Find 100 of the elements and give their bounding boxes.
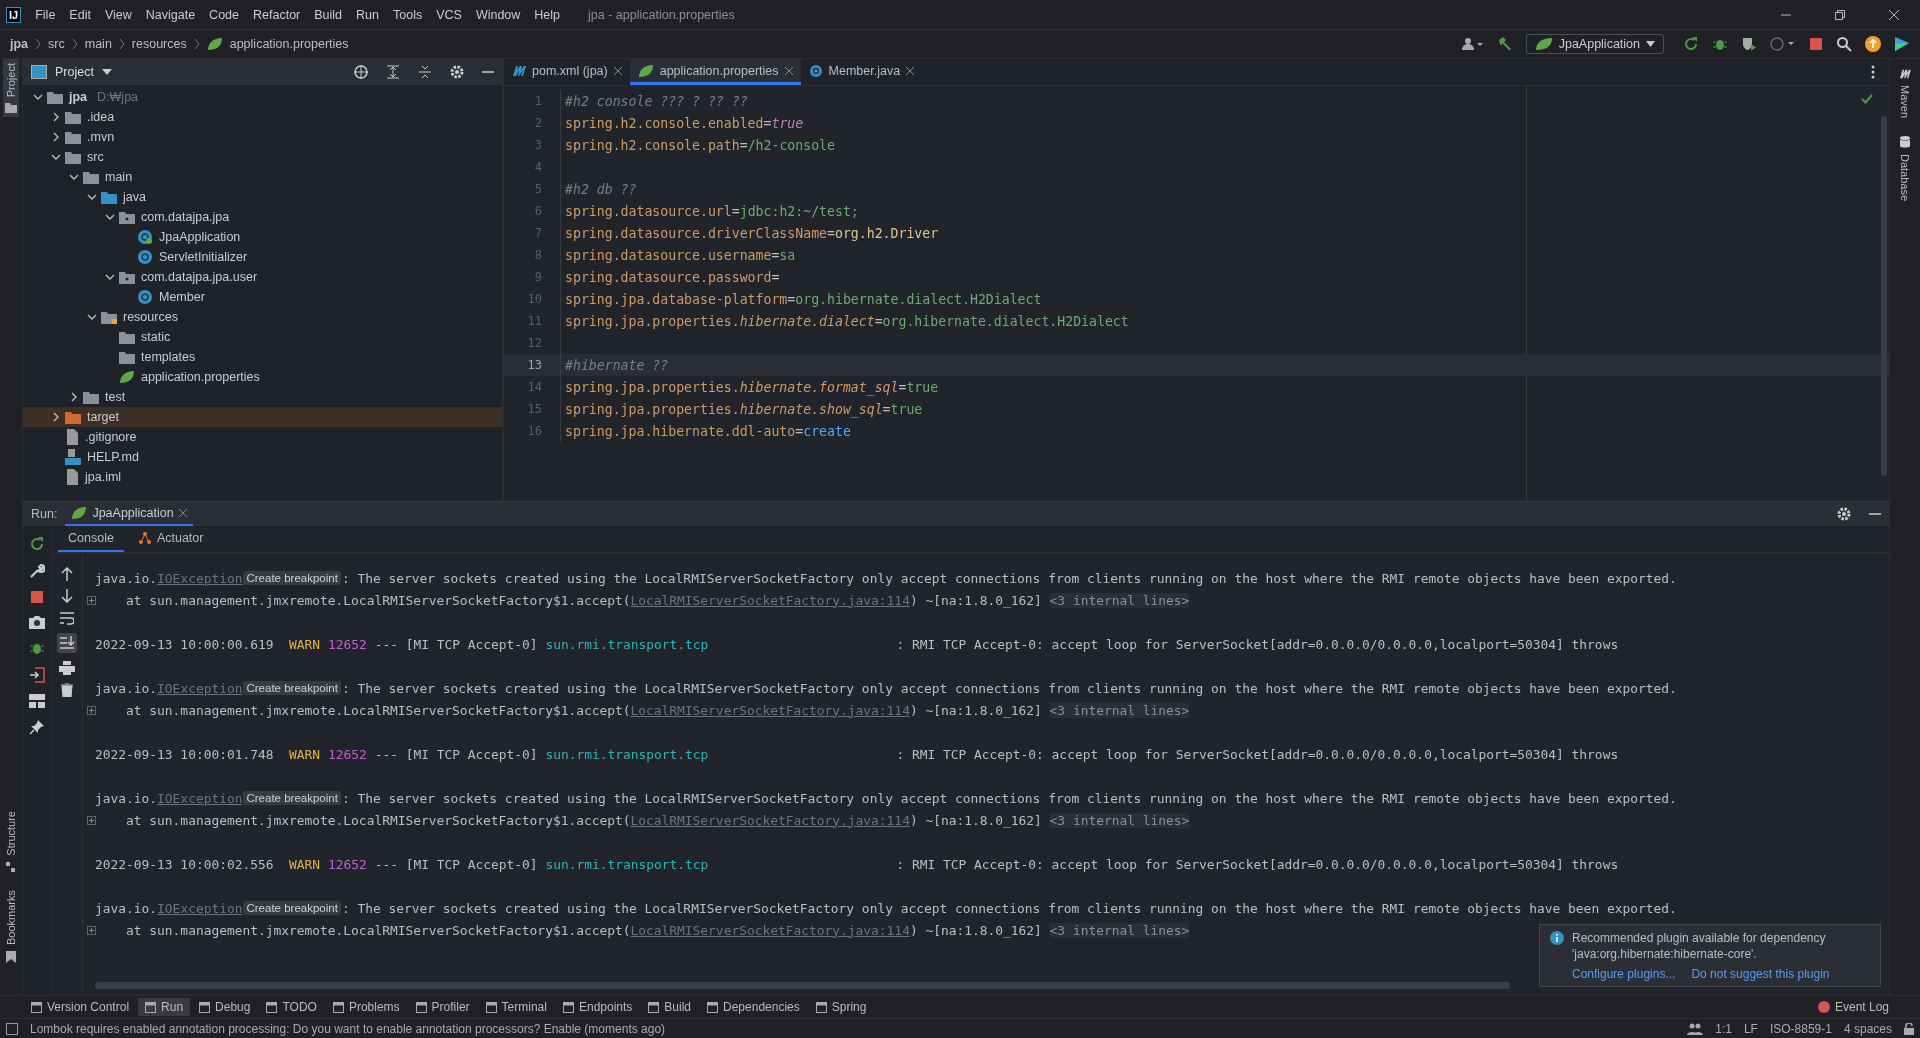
clock-icon[interactable] [1770, 36, 1796, 52]
tree-row[interactable]: .gitignore [23, 427, 502, 447]
breakpoint-badge[interactable]: Create breakpoint [243, 571, 341, 585]
arrow-down-icon[interactable] [61, 589, 73, 603]
tree-row[interactable]: application.properties [23, 367, 502, 387]
breadcrumb-item[interactable]: application.properties [229, 37, 349, 51]
tree-row[interactable]: templates [23, 347, 502, 367]
tree-row[interactable]: com.datajpa.jpa [23, 207, 502, 227]
chevron-icon[interactable] [51, 112, 61, 122]
wrench-icon[interactable] [29, 563, 45, 579]
settings-icon[interactable] [450, 65, 464, 79]
editor-tab[interactable]: pom.xml (jpa) [504, 59, 630, 85]
tree-row[interactable]: HELP.md [23, 447, 502, 467]
console-tab[interactable]: Console [58, 526, 124, 552]
breadcrumb-item[interactable]: src [48, 37, 65, 51]
search-icon[interactable] [1836, 36, 1852, 52]
tree-row[interactable]: Member [23, 287, 502, 307]
menu-item[interactable]: Navigate [145, 7, 196, 22]
collapse-all-icon[interactable] [418, 65, 432, 79]
chevron-icon[interactable] [105, 272, 115, 282]
tool-window-button[interactable]: Dependencies [700, 998, 807, 1016]
breadcrumb-item[interactable]: resources [131, 37, 187, 51]
close-icon[interactable] [178, 509, 187, 517]
folded-lines[interactable]: <3 internal lines> [1049, 922, 1190, 938]
hammer-icon[interactable] [1496, 36, 1513, 52]
rerun-icon[interactable] [1683, 36, 1699, 52]
status-item[interactable]: 4 spaces [1843, 1021, 1892, 1036]
database-tool-button[interactable]: Database [1897, 132, 1913, 206]
editor-tab[interactable]: application.properties [629, 59, 801, 85]
tree-row[interactable]: jpa D:₩jpa [23, 87, 502, 107]
tool-window-button[interactable]: Problems [325, 998, 407, 1016]
menu-item[interactable]: Edit [69, 7, 91, 22]
pin-icon[interactable] [29, 719, 45, 735]
menu-item[interactable]: View [104, 7, 132, 22]
tool-window-button[interactable]: TODO [259, 998, 324, 1016]
tree-row[interactable]: .mvn [23, 127, 502, 147]
scrollbar[interactable] [1881, 116, 1887, 476]
chevron-icon[interactable] [87, 312, 97, 322]
lock-icon[interactable] [1904, 1022, 1914, 1035]
chevron-icon[interactable] [51, 132, 61, 142]
tree-row[interactable]: jpa.iml [23, 467, 502, 487]
notification-link[interactable]: Do not suggest this plugin [1691, 967, 1830, 981]
stop-icon[interactable] [1809, 37, 1823, 51]
menu-item[interactable]: Code [209, 7, 239, 22]
tool-window-button[interactable]: Debug [192, 998, 258, 1016]
scrollbar[interactable] [95, 982, 1510, 989]
tool-window-button[interactable]: Run [138, 998, 191, 1016]
close-icon[interactable] [784, 66, 793, 75]
folded-lines[interactable]: <3 internal lines> [1049, 592, 1190, 608]
run-tab[interactable]: JpaApplication [65, 502, 193, 526]
window-icon[interactable] [6, 1022, 18, 1035]
tree-row[interactable]: main [23, 167, 502, 187]
user-icon[interactable] [1461, 37, 1484, 51]
tool-window-button[interactable]: Version Control [24, 998, 137, 1016]
tree-row[interactable]: target [23, 407, 502, 427]
breakpoint-badge[interactable]: Create breakpoint [243, 791, 341, 805]
chevron-icon[interactable] [51, 152, 61, 162]
tree-row[interactable]: test [23, 387, 502, 407]
caret-icon[interactable] [101, 69, 112, 75]
structure-tool-button[interactable]: Structure [3, 807, 19, 876]
breakpoint-badge[interactable]: Create breakpoint [243, 681, 341, 695]
tool-window-button[interactable]: Build [641, 998, 698, 1016]
tree-row[interactable]: src [23, 147, 502, 167]
tree-row[interactable]: ServletInitializer [23, 247, 502, 267]
tool-window-button[interactable]: Profiler [408, 998, 477, 1016]
breadcrumb-item[interactable]: main [84, 37, 112, 51]
expand-icon[interactable] [87, 926, 96, 935]
restore-icon[interactable] [1834, 8, 1846, 21]
rerun-icon[interactable] [29, 536, 45, 552]
close-icon[interactable] [1888, 8, 1900, 21]
chevron-icon[interactable] [105, 212, 115, 222]
people-icon[interactable] [1687, 1022, 1704, 1035]
tool-window-button[interactable]: Spring [808, 998, 874, 1016]
expand-icon[interactable] [87, 596, 96, 605]
chevron-icon[interactable] [69, 392, 79, 402]
trash-icon[interactable] [61, 683, 73, 697]
chevron-icon[interactable] [51, 412, 61, 422]
exit-icon[interactable] [29, 667, 45, 683]
chevron-icon[interactable] [87, 192, 97, 202]
console-tab[interactable]: Actuator [127, 526, 214, 552]
event-log-button[interactable]: Event Log [1810, 998, 1896, 1016]
status-item[interactable]: ISO-8859-1 [1769, 1021, 1832, 1036]
crosshair-icon[interactable] [354, 65, 368, 79]
toolbox-icon[interactable] [1894, 36, 1910, 52]
close-icon[interactable] [906, 66, 915, 75]
maven-tool-button[interactable]: Maven [1897, 65, 1913, 123]
folded-lines[interactable]: <3 internal lines> [1049, 812, 1190, 828]
tree-row[interactable]: resources [23, 307, 502, 327]
menu-item[interactable]: Refactor [253, 7, 301, 22]
tree-row[interactable]: java [23, 187, 502, 207]
update-icon[interactable] [1865, 36, 1881, 52]
expand-icon[interactable] [87, 706, 96, 715]
bookmarks-tool-button[interactable]: Bookmarks [3, 885, 19, 967]
chevron-icon[interactable] [33, 92, 43, 102]
print-icon[interactable] [59, 661, 75, 675]
menu-item[interactable]: Window [475, 7, 521, 22]
tree-row[interactable]: .idea [23, 107, 502, 127]
project-tool-button[interactable]: Project [3, 59, 19, 118]
run-configuration-dropdown[interactable]: JpaApplication [1525, 34, 1664, 54]
settings-icon[interactable] [1837, 507, 1851, 521]
